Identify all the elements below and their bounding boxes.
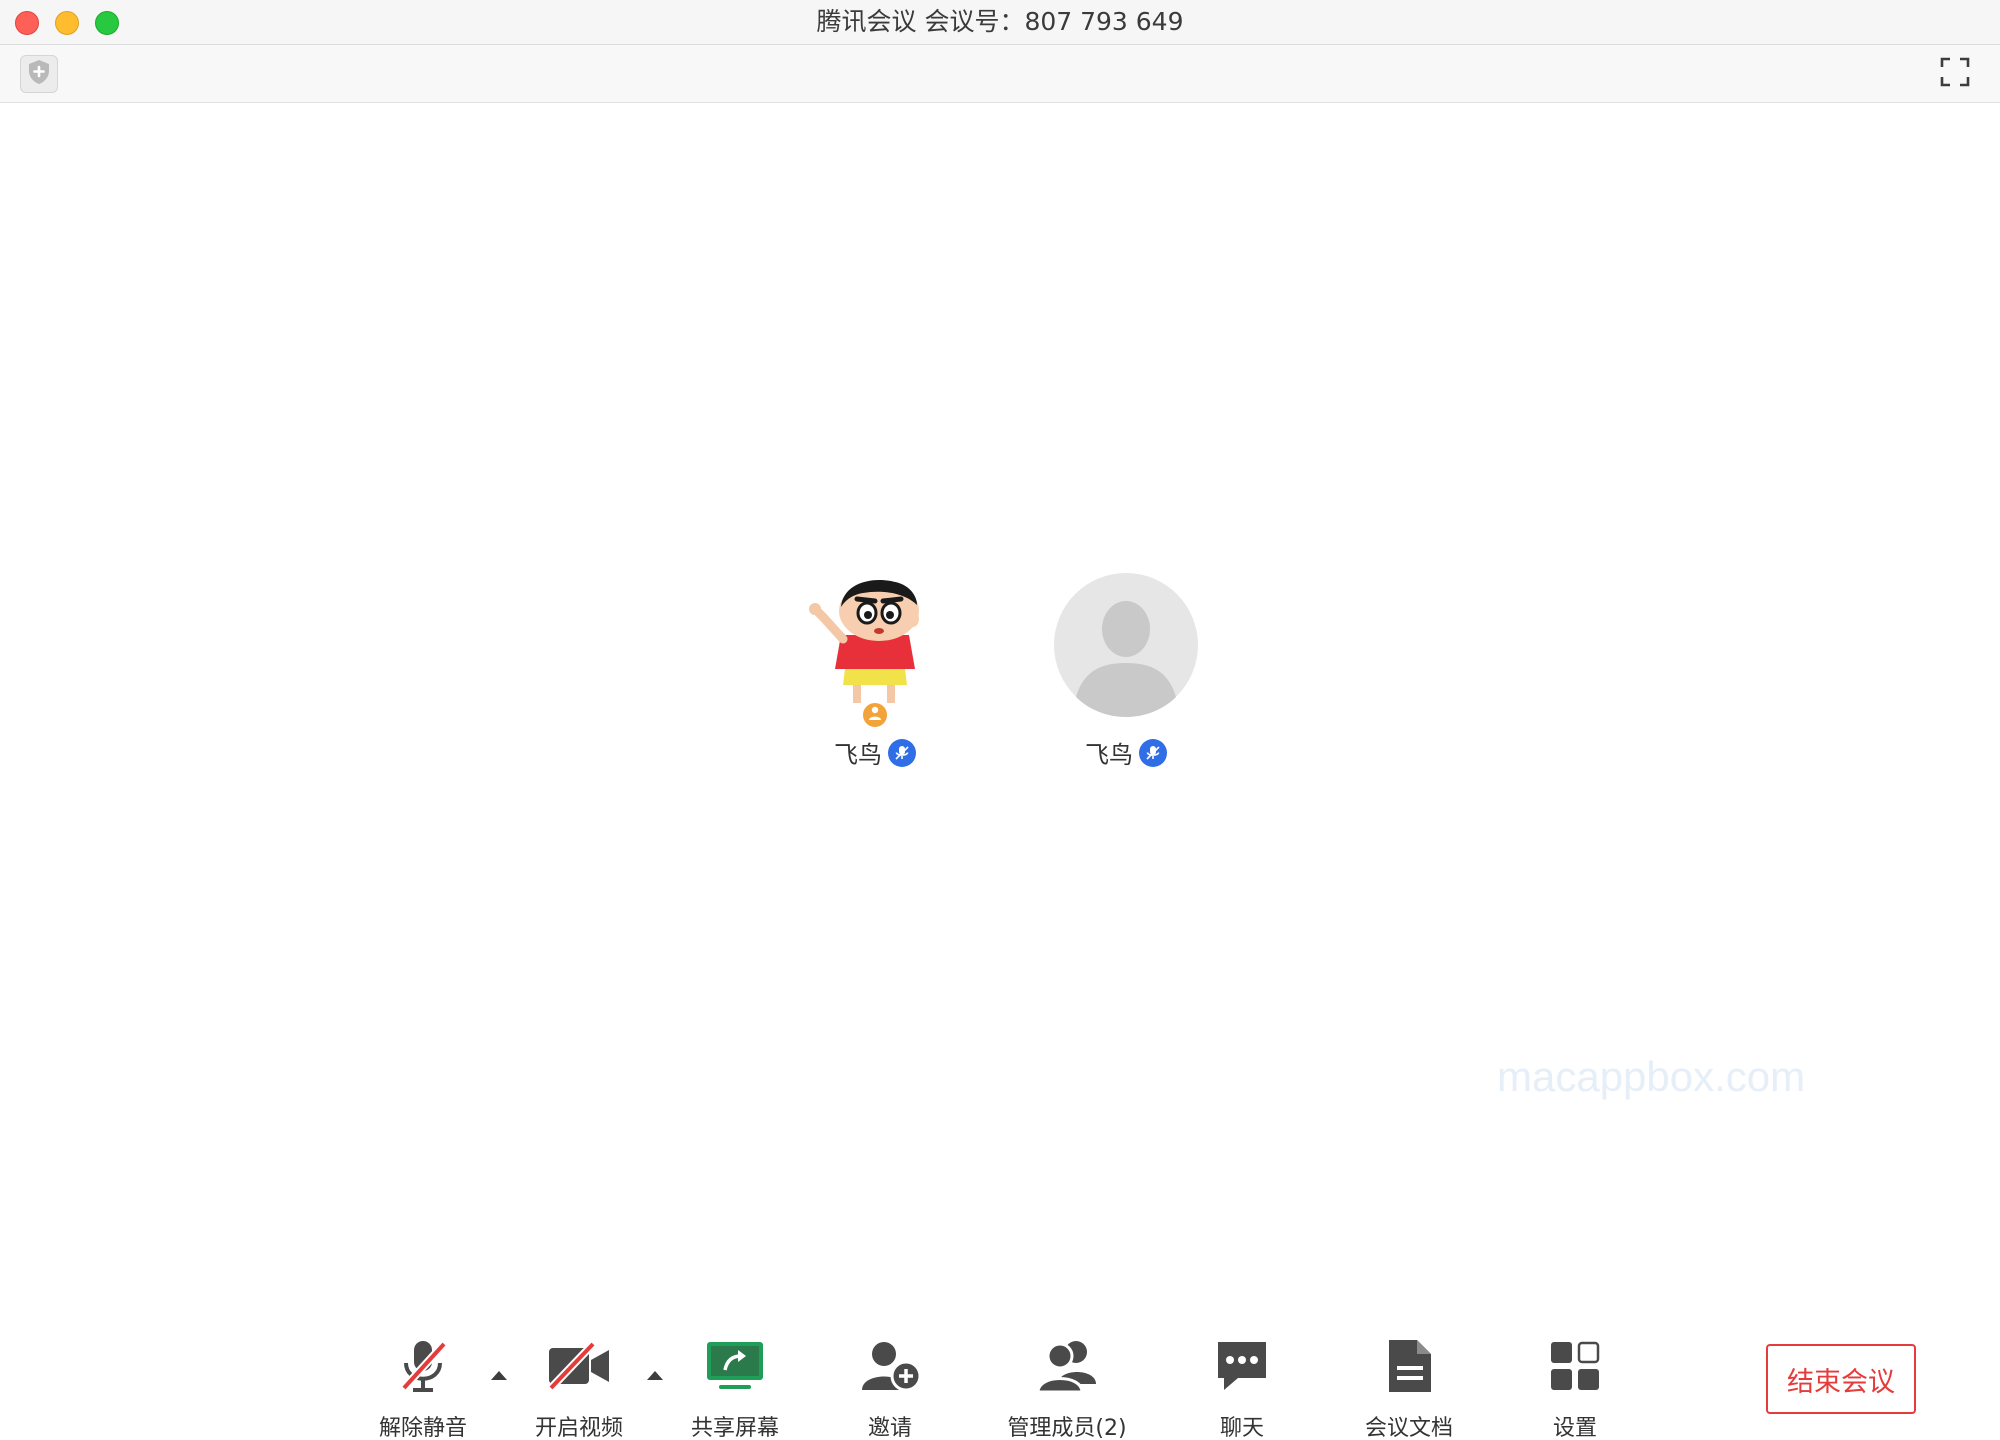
host-icon xyxy=(867,705,883,725)
start-video-label: 开启视频 xyxy=(534,1416,623,1440)
chat-label: 聊天 xyxy=(1219,1416,1264,1440)
security-button[interactable] xyxy=(20,55,58,93)
end-meeting-button[interactable]: 结束会议 xyxy=(1766,1344,1916,1414)
unmute-button[interactable]: 解除静音 xyxy=(348,1338,498,1440)
unmute-label: 解除静音 xyxy=(378,1416,467,1440)
chat-icon xyxy=(1214,1338,1270,1398)
window-title: 腾讯会议 会议号：807 793 649 xyxy=(816,7,1184,36)
mic-status-icon xyxy=(1139,738,1167,767)
participant-tile[interactable]: 飞鸟 xyxy=(795,573,955,770)
meeting-toolbar: 解除静音 开启视频 共享屏幕 邀请 管理成员(2) 聊天 会议文档 设置 结束会… xyxy=(0,1318,2000,1440)
title-bar: 腾讯会议 会议号：807 793 649 xyxy=(0,0,2000,45)
participant-name: 飞鸟 xyxy=(834,741,882,769)
mic-muted-icon xyxy=(396,1338,450,1398)
shield-icon xyxy=(27,59,51,89)
grid-settings-icon xyxy=(1549,1340,1601,1396)
participant-name-row: 飞鸟 xyxy=(795,735,955,770)
default-avatar xyxy=(1054,573,1198,717)
meeting-window: 腾讯会议 会议号：807 793 649 飞鸟 飞鸟 macappbox.com… xyxy=(0,0,2000,1440)
meeting-docs-button[interactable]: 会议文档 xyxy=(1334,1338,1484,1440)
document-icon xyxy=(1385,1338,1433,1398)
participant-name-row: 飞鸟 xyxy=(1046,735,1206,770)
invite-label: 邀请 xyxy=(867,1416,912,1440)
meeting-info-bar xyxy=(0,45,2000,103)
invite-button[interactable]: 邀请 xyxy=(815,1338,965,1440)
participant-tile[interactable]: 飞鸟 xyxy=(1046,573,1206,770)
fullscreen-icon xyxy=(1939,56,1971,92)
chat-button[interactable]: 聊天 xyxy=(1167,1338,1317,1440)
add-user-icon xyxy=(858,1338,922,1398)
manage-members-button[interactable]: 管理成员(2) xyxy=(992,1338,1142,1440)
meeting-docs-label: 会议文档 xyxy=(1364,1416,1453,1440)
host-badge xyxy=(861,701,889,729)
members-icon xyxy=(1034,1338,1100,1398)
participant-name: 飞鸟 xyxy=(1085,741,1133,769)
start-video-button[interactable]: 开启视频 xyxy=(504,1338,654,1440)
manage-members-label: 管理成员(2) xyxy=(1007,1416,1127,1440)
settings-label: 设置 xyxy=(1552,1416,1597,1440)
share-screen-icon xyxy=(705,1340,765,1396)
settings-button[interactable]: 设置 xyxy=(1500,1338,1650,1440)
share-screen-label: 共享屏幕 xyxy=(690,1416,779,1440)
cartoon-avatar xyxy=(803,573,947,729)
share-screen-button[interactable]: 共享屏幕 xyxy=(660,1338,810,1440)
mic-status-icon xyxy=(888,738,916,767)
video-off-icon xyxy=(547,1341,611,1394)
watermark-text: macappbox.com xyxy=(1497,1053,1806,1100)
fullscreen-button[interactable] xyxy=(1936,55,1974,93)
video-stage: 飞鸟 飞鸟 macappbox.com xyxy=(0,103,2000,1318)
